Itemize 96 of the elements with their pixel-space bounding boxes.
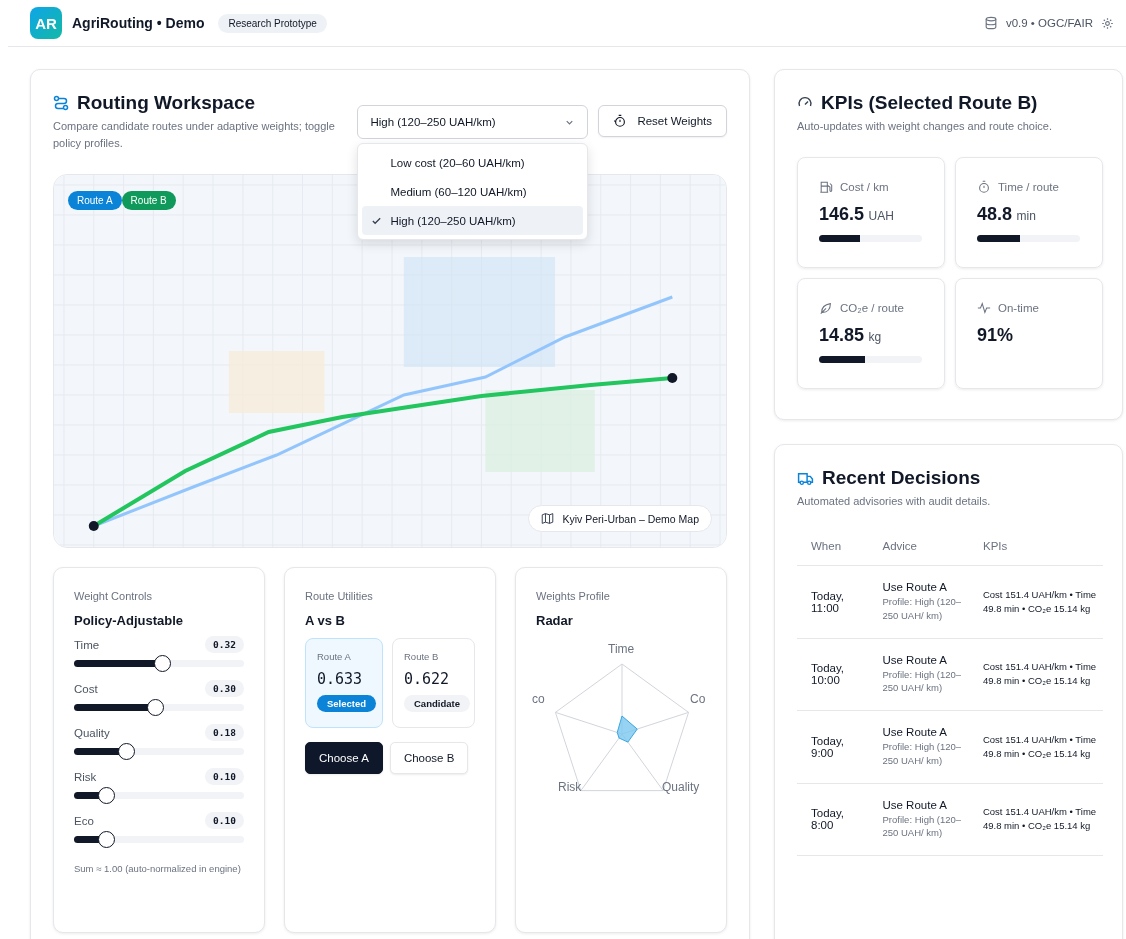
choose-route-button[interactable]: Choose B	[389, 742, 469, 775]
weight-slider[interactable]	[74, 787, 244, 805]
version-label: v0.9 • OGC/FAIR	[1005, 17, 1093, 29]
weight-slider[interactable]	[74, 743, 244, 761]
database-icon	[983, 16, 998, 30]
table-cell: Cost 151.4 UAH/km • Time 49.8 min • CO₂e 15.14 kg	[968, 783, 1103, 856]
kpi-value: 14.85 kg	[819, 325, 883, 347]
workspace-title: Routing Workspace	[77, 92, 256, 114]
route-legend-chip: Route A	[68, 191, 122, 211]
route-label: Route B	[404, 651, 440, 663]
timer-icon	[977, 180, 991, 195]
profile-text: Profile: High (120–250 UAH/ km)	[882, 740, 963, 768]
radar-axis-label: Time	[608, 642, 635, 657]
advice-text: Use Route A	[882, 581, 949, 594]
table-cell: Today, 10:00	[797, 638, 869, 711]
status-badge: Selected	[317, 695, 377, 713]
kpi-label: On-time	[998, 302, 1039, 315]
slider-thumb[interactable]	[118, 743, 136, 761]
status-badge: Candidate	[404, 695, 470, 713]
menu-option[interactable]: Low cost (20–60 UAH/km)	[362, 148, 584, 177]
advice-text: Use Route A	[882, 798, 949, 811]
kpi-value: 146.5 UAH	[819, 204, 895, 226]
decisions-subtitle: Automated advisories with audit details.	[797, 494, 992, 510]
route-label: Route A	[317, 651, 352, 663]
route-score-card[interactable]: Route A 0.633 Selected	[305, 638, 383, 729]
kpi-label: CO₂e / route	[840, 302, 904, 315]
column-header: KPIs	[968, 540, 1103, 566]
weight-value: 0.10	[205, 812, 244, 830]
weight-slider[interactable]	[74, 831, 244, 849]
card-overline: Weight Controls	[74, 590, 154, 603]
profile-text: Profile: High (120–250 UAH/ km)	[882, 595, 963, 623]
weight-label: Cost	[74, 682, 98, 695]
pulse-icon	[977, 301, 991, 316]
table-cell: Today, 11:00	[797, 565, 869, 639]
card-title: A vs B	[305, 613, 346, 629]
weight-value: 0.10	[205, 768, 244, 786]
menu-option[interactable]: Medium (60–120 UAH/km)	[362, 177, 584, 206]
reset-weights-button[interactable]: Reset Weights	[598, 105, 727, 137]
route-icon	[53, 95, 69, 111]
kpi-value: 48.8 min	[977, 204, 1037, 226]
kpi-label: Cost / km	[840, 181, 889, 194]
profile-text: Profile: High (120–250 UAH/ km)	[882, 812, 963, 841]
fuel-pump-icon	[819, 180, 833, 195]
advice-text: Use Route A	[882, 726, 949, 739]
map-icon	[541, 512, 555, 526]
slider-thumb[interactable]	[147, 699, 165, 717]
slider-thumb[interactable]	[98, 787, 115, 805]
route-score-card[interactable]: Route B 0.622 Candidate	[392, 638, 475, 729]
weight-value: 0.18	[205, 724, 244, 742]
weight-slider[interactable]	[74, 699, 244, 717]
card-overline: Route Utilities	[305, 590, 374, 603]
column-header: Advice	[868, 540, 969, 566]
slider-thumb[interactable]	[98, 831, 115, 849]
weight-label: Eco	[74, 814, 94, 827]
weight-label: Time	[74, 638, 100, 651]
table-cell: Today, 8:00	[797, 783, 869, 856]
table-cell: Today, 9:00	[797, 710, 869, 784]
settings-icon[interactable]	[1101, 16, 1114, 30]
slider-thumb[interactable]	[154, 655, 172, 673]
kpi-subtitle: Auto-updates with weight changes and route choice.	[797, 119, 1053, 134]
weight-value: 0.30	[205, 680, 244, 698]
advice-text: Use Route A	[882, 653, 949, 666]
kpi-label: Time / route	[998, 181, 1059, 194]
choose-route-button[interactable]: Choose A	[305, 742, 383, 775]
radar-axis-label: co	[532, 692, 545, 707]
weight-label: Quality	[74, 726, 110, 739]
utility-score: 0.633	[317, 670, 364, 689]
profile-select[interactable]: High (120–250 UAH/km)	[357, 105, 589, 139]
radar-axis-label: Quality	[662, 780, 700, 795]
radar-axis-label: Co	[690, 692, 706, 707]
app-logo: AR	[30, 7, 62, 39]
weight-slider[interactable]	[74, 655, 244, 673]
prototype-badge: Research Prototype	[218, 13, 327, 33]
card-overline: Weights Profile	[536, 590, 611, 603]
weight-value: 0.32	[205, 636, 244, 654]
radar-axis-label: Risk	[558, 780, 582, 795]
column-header: When	[797, 540, 869, 566]
check-icon	[371, 215, 383, 226]
table-cell: Cost 151.4 UAH/km • Time 49.8 min • CO₂e 15.14 kg	[968, 638, 1103, 711]
map-caption: Kyiv Peri-Urban – Demo Map	[528, 505, 712, 533]
card-title: Radar	[536, 613, 574, 629]
table-cell: Cost 151.4 UAH/km • Time 49.8 min • CO₂e 15.14 kg	[968, 710, 1103, 784]
utility-score: 0.622	[404, 670, 451, 689]
kpi-title: KPIs (Selected Route B)	[821, 92, 1038, 114]
workspace-subtitle: Compare candidate routes under adaptive weights; toggle policy profiles.	[53, 119, 336, 152]
weight-label: Risk	[74, 770, 97, 783]
sum-note: Sum ≈ 1.00 (auto-normalized in engine)	[74, 862, 242, 876]
decisions-title: Recent Decisions	[822, 467, 981, 490]
profile-text: Profile: High (120–250 UAH/ km)	[882, 667, 963, 696]
app-title: AgriRouting • Demo	[72, 15, 205, 31]
card-title: Policy-Adjustable	[74, 613, 185, 629]
menu-option[interactable]: High (120–250 UAH/km)	[362, 206, 584, 235]
kpi-value: 91%	[977, 325, 1015, 347]
table-cell: Cost 151.4 UAH/km • Time 49.8 min • CO₂e 15.14 kg	[968, 565, 1103, 639]
leaf-icon	[819, 301, 833, 316]
route-legend-chip: Route B	[121, 191, 176, 211]
